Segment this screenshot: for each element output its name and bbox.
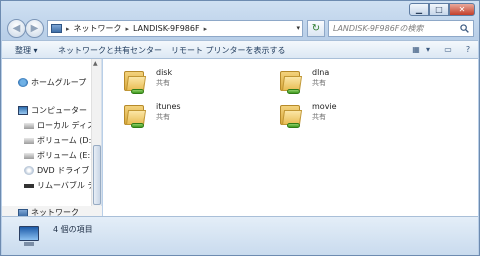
drive-icon xyxy=(24,137,34,144)
share-type: 共有 xyxy=(156,79,170,87)
minimize-button[interactable]: ▁ xyxy=(409,3,429,16)
sidebar-item-label: ボリューム (D:) xyxy=(37,136,95,145)
sidebar-item-volume-d[interactable]: ボリューム (D:) xyxy=(24,135,94,146)
breadcrumb-network[interactable]: ネットワーク xyxy=(74,23,122,34)
shared-folder-icon xyxy=(122,101,150,129)
sidebar-item-label: DVD ドライブ ( xyxy=(37,166,95,175)
view-options-icon[interactable]: ▦ xyxy=(410,44,422,55)
details-pane: 4 個の項目 xyxy=(2,216,478,255)
sidebar-item-label: リムーバブル デ xyxy=(37,181,96,190)
share-item-disk[interactable]: disk 共有 xyxy=(122,67,172,95)
maximize-button[interactable]: □ xyxy=(429,3,449,16)
share-name: movie xyxy=(312,102,337,111)
sidebar-item-computer[interactable]: コンピューター xyxy=(18,105,87,116)
address-bar[interactable]: ▸ ネットワーク ▸ LANDISK-9F986F ▸ ▾ xyxy=(47,20,303,37)
dvd-icon xyxy=(24,166,34,175)
breadcrumb-landisk[interactable]: LANDISK-9F986F xyxy=(133,24,200,33)
share-name: dlna xyxy=(312,68,330,77)
share-type: 共有 xyxy=(312,113,326,121)
sidebar-item-label: ボリューム (E:) xyxy=(37,151,94,160)
share-item-movie[interactable]: movie 共有 xyxy=(278,101,337,129)
sidebar-item-homegroup[interactable]: ホームグループ xyxy=(18,77,86,88)
search-placeholder: LANDISK-9F986Fの検索 xyxy=(333,24,424,33)
sidebar-item-dvd-drive[interactable]: DVD ドライブ ( xyxy=(24,165,95,176)
scroll-up-icon[interactable]: ▲ xyxy=(93,60,98,67)
explorer-window: ▁ □ ✕ ◀ ▶ ▸ ネットワーク ▸ LANDISK-9F986F ▸ ▾ … xyxy=(0,0,480,256)
item-count: 4 個の項目 xyxy=(53,225,93,234)
remote-printers-button[interactable]: リモート プリンターを表示する xyxy=(171,45,286,56)
share-name: disk xyxy=(156,68,173,77)
help-icon[interactable]: ? xyxy=(462,44,474,55)
close-button[interactable]: ✕ xyxy=(449,3,475,16)
chevron-right-icon[interactable]: ▸ xyxy=(66,25,70,33)
chevron-right-icon[interactable]: ▸ xyxy=(126,25,130,33)
refresh-button[interactable]: ↻ xyxy=(307,20,325,37)
file-list: disk 共有 dlna 共有 itunes 共有 movie 共有 xyxy=(103,59,478,216)
share-item-itunes[interactable]: itunes 共有 xyxy=(122,101,181,129)
sidebar-item-local-disk[interactable]: ローカル ディス xyxy=(24,120,95,131)
preview-pane-icon[interactable]: ▭ xyxy=(442,44,454,55)
navigation-pane: ホームグループ コンピューター ローカル ディス ボリューム (D:) ボリュー… xyxy=(2,59,102,216)
sidebar-item-label: コンピューター xyxy=(31,106,87,115)
search-icon[interactable] xyxy=(460,24,469,33)
share-item-dlna[interactable]: dlna 共有 xyxy=(278,67,329,95)
shared-folder-icon xyxy=(122,67,150,95)
sidebar-item-volume-e[interactable]: ボリューム (E:) xyxy=(24,150,93,161)
chevron-down-icon[interactable]: ▾ xyxy=(422,44,434,55)
shared-folder-icon xyxy=(278,101,306,129)
drive-icon xyxy=(24,152,34,159)
forward-button[interactable]: ▶ xyxy=(25,19,44,38)
arrow-left-icon: ◀ xyxy=(12,23,21,34)
share-name: itunes xyxy=(156,102,181,111)
search-input[interactable]: LANDISK-9F986Fの検索 xyxy=(328,20,474,37)
organize-menu[interactable]: 整理 ▾ xyxy=(15,45,38,56)
drive-icon xyxy=(24,122,34,129)
computer-icon xyxy=(18,106,28,115)
chevron-down-icon[interactable]: ▾ xyxy=(296,24,300,32)
chevron-right-icon[interactable]: ▸ xyxy=(204,25,208,33)
network-icon xyxy=(51,24,62,33)
share-type: 共有 xyxy=(312,79,326,87)
computer-icon xyxy=(16,225,42,249)
scrollbar-thumb[interactable] xyxy=(93,145,101,205)
sidebar-scrollbar[interactable]: ▲ ▼ xyxy=(91,59,101,216)
sidebar-item-label: ローカル ディス xyxy=(37,121,95,130)
view-controls: ▦ ▾ ▭ ? xyxy=(410,44,474,55)
arrow-right-icon: ▶ xyxy=(30,23,39,34)
share-type: 共有 xyxy=(156,113,170,121)
sidebar-item-removable[interactable]: リムーバブル デ xyxy=(24,180,95,191)
network-sharing-center-button[interactable]: ネットワークと共有センター xyxy=(58,45,162,56)
sidebar-item-label: ホームグループ xyxy=(31,78,87,87)
shared-folder-icon xyxy=(278,67,306,95)
window-controls: ▁ □ ✕ xyxy=(409,3,475,16)
refresh-icon: ↻ xyxy=(311,23,321,34)
homegroup-icon xyxy=(18,78,28,87)
command-bar: 整理 ▾ ネットワークと共有センター リモート プリンターを表示する ▦ ▾ ▭… xyxy=(2,40,478,59)
removable-drive-icon xyxy=(24,183,34,188)
back-button[interactable]: ◀ xyxy=(7,19,26,38)
